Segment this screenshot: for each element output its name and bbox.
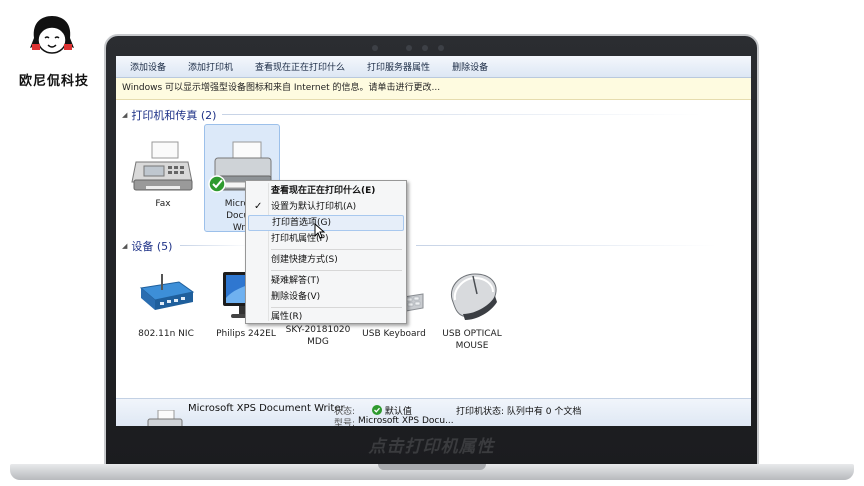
- menu-item-label: 疑难解答(T): [271, 276, 320, 286]
- device-label-line: MDG: [307, 337, 329, 347]
- cartoon-face-logo-icon: [30, 16, 74, 54]
- menu-item-label: 属性(R): [271, 312, 303, 322]
- device-label-line: USB OPTICAL: [442, 329, 502, 339]
- device-label: Fax: [155, 199, 171, 209]
- device-label-line: MOUSE: [455, 341, 489, 351]
- group-divider: [180, 245, 250, 246]
- laptop-notch: [378, 464, 486, 470]
- print-server-properties-button[interactable]: 打印服务器属性: [367, 60, 430, 73]
- group-divider: [416, 245, 716, 246]
- checkmark-icon: ✓: [254, 201, 263, 212]
- menu-item-printer-properties[interactable]: 打印机属性(P): [248, 231, 404, 247]
- mouse-icon: [451, 273, 497, 320]
- remove-device-button[interactable]: 删除设备: [452, 60, 488, 73]
- menu-item-label: 创建快捷方式(S): [271, 255, 338, 265]
- printer-thumbnail-icon: [147, 410, 183, 426]
- menu-item-label: 删除设备(V): [271, 292, 321, 302]
- details-device-name: Microsoft XPS Document Writer: [188, 403, 345, 414]
- menu-item-troubleshoot[interactable]: 疑难解答(T): [248, 273, 404, 289]
- command-bar: 添加设备 添加打印机 查看现在正在打印什么 打印服务器属性 删除设备: [116, 56, 751, 78]
- device-label: Philips 242EL: [216, 329, 276, 339]
- menu-item-see-whats-printing[interactable]: 查看现在正在打印什么(E): [248, 183, 404, 199]
- page: 欧尼侃科技 添加设备 添加打印机 查看现在正在打印什么 打印服务器属性 删除设备…: [0, 0, 864, 486]
- brand-name: 欧尼侃科技: [18, 74, 89, 89]
- network-adapter-icon: [139, 274, 195, 310]
- menu-item-label: 设置为默认打印机(A): [271, 202, 357, 212]
- default-check-icon: [372, 405, 382, 415]
- device-label: 802.11n NIC: [138, 329, 194, 339]
- printer-context-menu: 查看现在正在打印什么(E) ✓ 设置为默认打印机(A) 打印首选项(G) 打印机属…: [245, 180, 407, 324]
- details-printer-status: 打印机状态: 队列中有 0 个文档: [456, 407, 582, 417]
- device-mouse[interactable]: USB OPTICAL MOUSE: [432, 268, 512, 352]
- see-whats-printing-button[interactable]: 查看现在正在打印什么: [255, 60, 345, 73]
- devices-group-header[interactable]: ◢ 设备 (5): [122, 238, 172, 254]
- menu-item-create-shortcut[interactable]: 创建快捷方式(S): [248, 252, 404, 268]
- menu-separator: [271, 270, 402, 271]
- device-fax[interactable]: Fax: [128, 140, 198, 210]
- laptop-camera: [370, 44, 480, 52]
- printers-group-label: 打印机和传真 (2): [131, 109, 217, 122]
- details-pane: Microsoft XPS Document Writer 状态: 默认值 型号…: [116, 398, 751, 426]
- brand-logo: 欧尼侃科技: [8, 10, 98, 89]
- collapse-triangle-icon[interactable]: ◢: [122, 242, 127, 250]
- device-label-line: SKY-20181020: [285, 325, 351, 335]
- menu-item-properties[interactable]: 属性(R): [248, 309, 404, 325]
- menu-item-printing-preferences[interactable]: 打印首选项(G): [248, 215, 404, 231]
- printers-group-header[interactable]: ◢ 打印机和传真 (2): [122, 107, 216, 123]
- add-printer-button[interactable]: 添加打印机: [188, 60, 233, 73]
- menu-item-label: 查看现在正在打印什么(E): [271, 186, 376, 196]
- mouse-pointer-icon: [314, 223, 326, 239]
- collapse-triangle-icon[interactable]: ◢: [122, 111, 127, 119]
- menu-item-remove-device[interactable]: 删除设备(V): [248, 289, 404, 305]
- menu-separator: [271, 307, 402, 308]
- menu-separator: [271, 249, 402, 250]
- video-subtitle: 点击打印机属性: [368, 437, 495, 457]
- info-bar[interactable]: Windows 可以显示增强型设备图标和来自 Internet 的信息。请单击进…: [116, 78, 751, 100]
- menu-item-set-default-printer[interactable]: ✓ 设置为默认打印机(A): [248, 199, 404, 215]
- group-divider: [222, 114, 702, 115]
- fax-icon: [131, 141, 193, 191]
- device-label: USB Keyboard: [362, 329, 426, 339]
- details-model-value: Microsoft XPS Docu...: [358, 416, 454, 426]
- devices-and-printers-window: 添加设备 添加打印机 查看现在正在打印什么 打印服务器属性 删除设备 Windo…: [116, 56, 751, 426]
- add-device-button[interactable]: 添加设备: [130, 60, 166, 73]
- details-model-label: 型号:: [334, 419, 356, 426]
- device-network-adapter[interactable]: 802.11n NIC: [126, 268, 206, 340]
- devices-group-label: 设备 (5): [131, 240, 173, 253]
